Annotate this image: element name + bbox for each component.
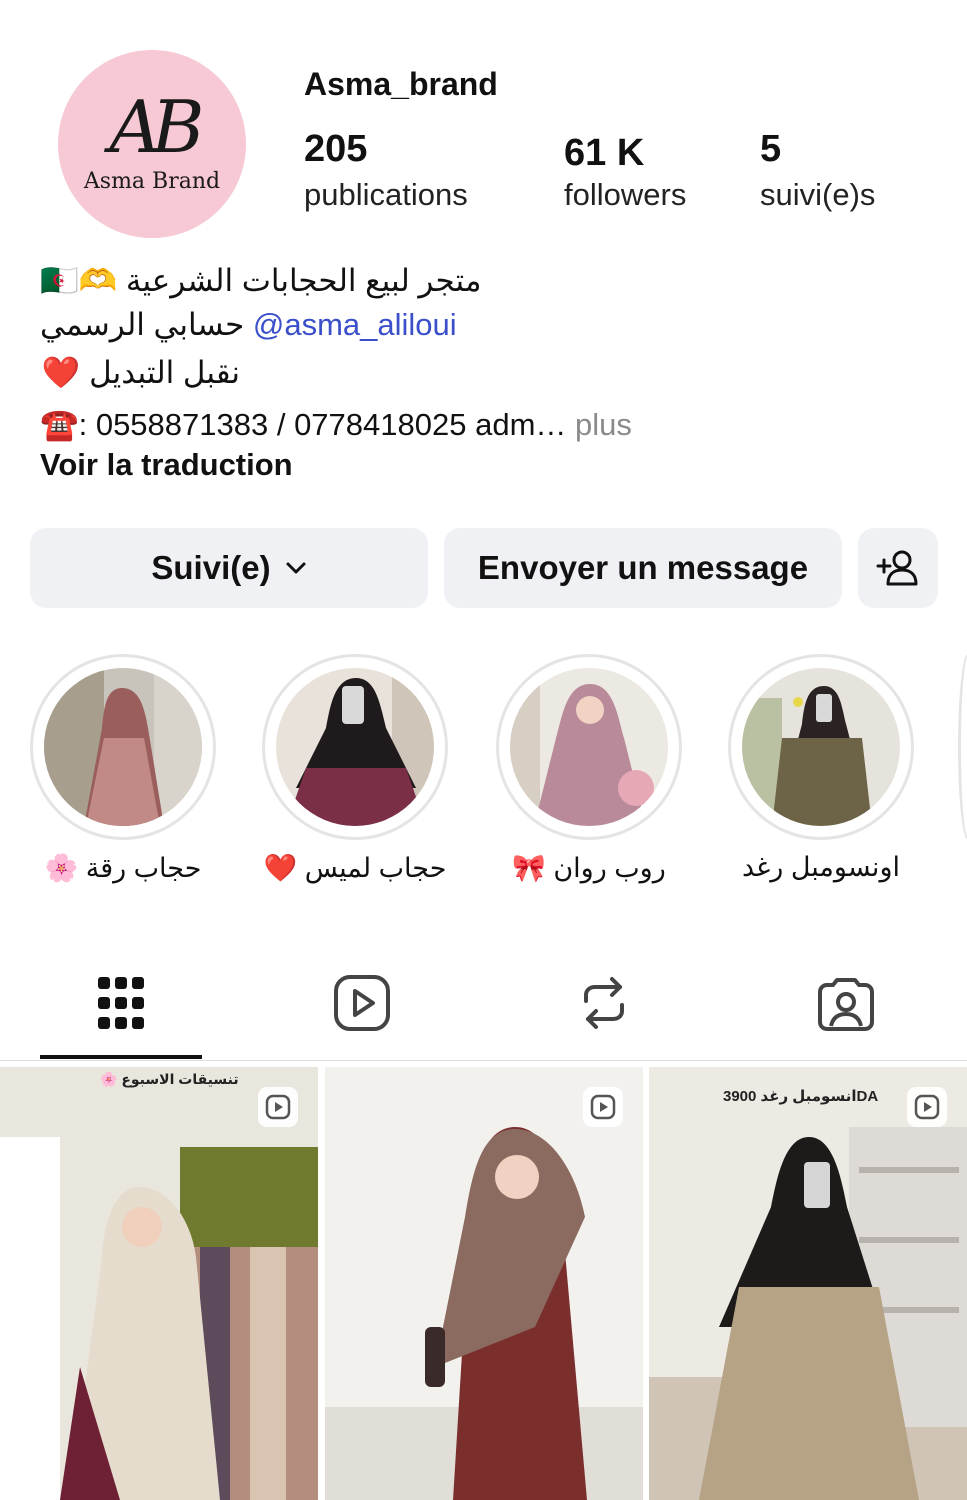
highlight-1-label: حجاب رقة 🌸 bbox=[44, 853, 202, 883]
stat-following-count: 5 bbox=[760, 128, 782, 170]
post-tile-1[interactable]: تنسيقات الاسبوع 🌸 bbox=[0, 1067, 318, 1500]
post-3-reel-badge bbox=[907, 1087, 947, 1127]
bio-more-link[interactable]: plus bbox=[575, 407, 632, 442]
stat-followers-count: 61 K bbox=[564, 132, 645, 174]
highlight-2-image bbox=[276, 668, 434, 826]
play-icon bbox=[590, 1094, 616, 1120]
following-button[interactable]: Suivi(e) bbox=[30, 528, 428, 608]
tab-tagged[interactable] bbox=[811, 968, 881, 1038]
highlight-4-label: اونسومبل رغد bbox=[742, 852, 900, 882]
stat-publications-count: 205 bbox=[304, 128, 368, 170]
suggest-people-button[interactable] bbox=[858, 528, 938, 608]
tab-reposts[interactable] bbox=[569, 968, 639, 1038]
highlight-4-image bbox=[742, 668, 900, 826]
chevron-down-icon bbox=[285, 561, 307, 575]
tab-reels[interactable] bbox=[327, 968, 397, 1038]
highlight-1[interactable] bbox=[30, 654, 216, 840]
stat-followers-label: followers bbox=[564, 177, 687, 212]
see-translation-link[interactable]: Voir la traduction bbox=[40, 447, 293, 483]
reels-icon bbox=[333, 974, 391, 1032]
following-button-label: Suivi(e) bbox=[151, 549, 271, 586]
bio-line-account: حسابي الرسمي @asma_aliloui bbox=[40, 307, 457, 343]
avatar-monogram: AB bbox=[109, 84, 205, 169]
highlight-3-label: روب روان 🎀 bbox=[512, 853, 666, 883]
profile-username: Asma_brand bbox=[304, 66, 498, 102]
stat-publications[interactable]: 205 publications bbox=[304, 128, 468, 213]
message-button-label: Envoyer un message bbox=[477, 549, 809, 586]
bio-phone-text: ☎️: 0558871383 / 0778418025 adm… bbox=[40, 407, 567, 442]
message-button[interactable]: Envoyer un message bbox=[444, 528, 842, 608]
tagged-person-icon bbox=[817, 974, 875, 1032]
highlight-2-label: حجاب لميس ❤️ bbox=[263, 853, 447, 883]
highlight-4[interactable] bbox=[728, 654, 914, 840]
grid-icon bbox=[96, 975, 146, 1031]
highlight-3[interactable] bbox=[496, 654, 682, 840]
post-tile-3[interactable]: انسومبل رغد 3900DA bbox=[649, 1067, 967, 1500]
post-1-reel-badge bbox=[258, 1087, 298, 1127]
bio-line-phone: ☎️: 0558871383 / 0778418025 adm… plus bbox=[40, 406, 632, 443]
post-2-reel-badge bbox=[583, 1087, 623, 1127]
bio-line-exchange: نقبل التبديل ❤️ bbox=[41, 355, 240, 390]
highlight-5-partial[interactable] bbox=[958, 654, 967, 840]
post-tile-2[interactable] bbox=[325, 1067, 643, 1500]
post-1-caption: تنسيقات الاسبوع 🌸 bbox=[100, 1071, 239, 1087]
highlight-3-image bbox=[510, 668, 668, 826]
active-tab-indicator bbox=[40, 1055, 202, 1059]
stat-publications-label: publications bbox=[304, 177, 468, 212]
repost-icon bbox=[578, 975, 630, 1031]
post-3-image bbox=[649, 1067, 967, 1500]
bio-mention-link[interactable]: @asma_aliloui bbox=[253, 307, 457, 342]
post-3-caption: انسومبل رغد 3900DA bbox=[723, 1088, 879, 1105]
add-person-icon bbox=[876, 548, 920, 588]
post-1-image bbox=[0, 1067, 318, 1500]
stat-following-label: suivi(e)s bbox=[760, 177, 876, 212]
post-2-image bbox=[325, 1067, 643, 1500]
bio-account-text: حسابي الرسمي bbox=[40, 307, 245, 342]
play-icon bbox=[265, 1094, 291, 1120]
avatar-brand-name: Asma Brand bbox=[83, 168, 221, 194]
highlight-1-image bbox=[44, 668, 202, 826]
profile-avatar[interactable]: AB Asma Brand bbox=[58, 50, 246, 238]
bio-line-store: متجر لبيع الحجابات الشرعية 🫶🇩🇿 bbox=[40, 263, 482, 298]
tabs-divider bbox=[0, 1060, 967, 1061]
stat-followers[interactable]: 61 K followers bbox=[564, 132, 686, 213]
stat-following[interactable]: 5 suivi(e)s bbox=[760, 128, 875, 213]
tab-posts[interactable] bbox=[86, 968, 156, 1038]
highlight-2[interactable] bbox=[262, 654, 448, 840]
play-icon bbox=[914, 1094, 940, 1120]
